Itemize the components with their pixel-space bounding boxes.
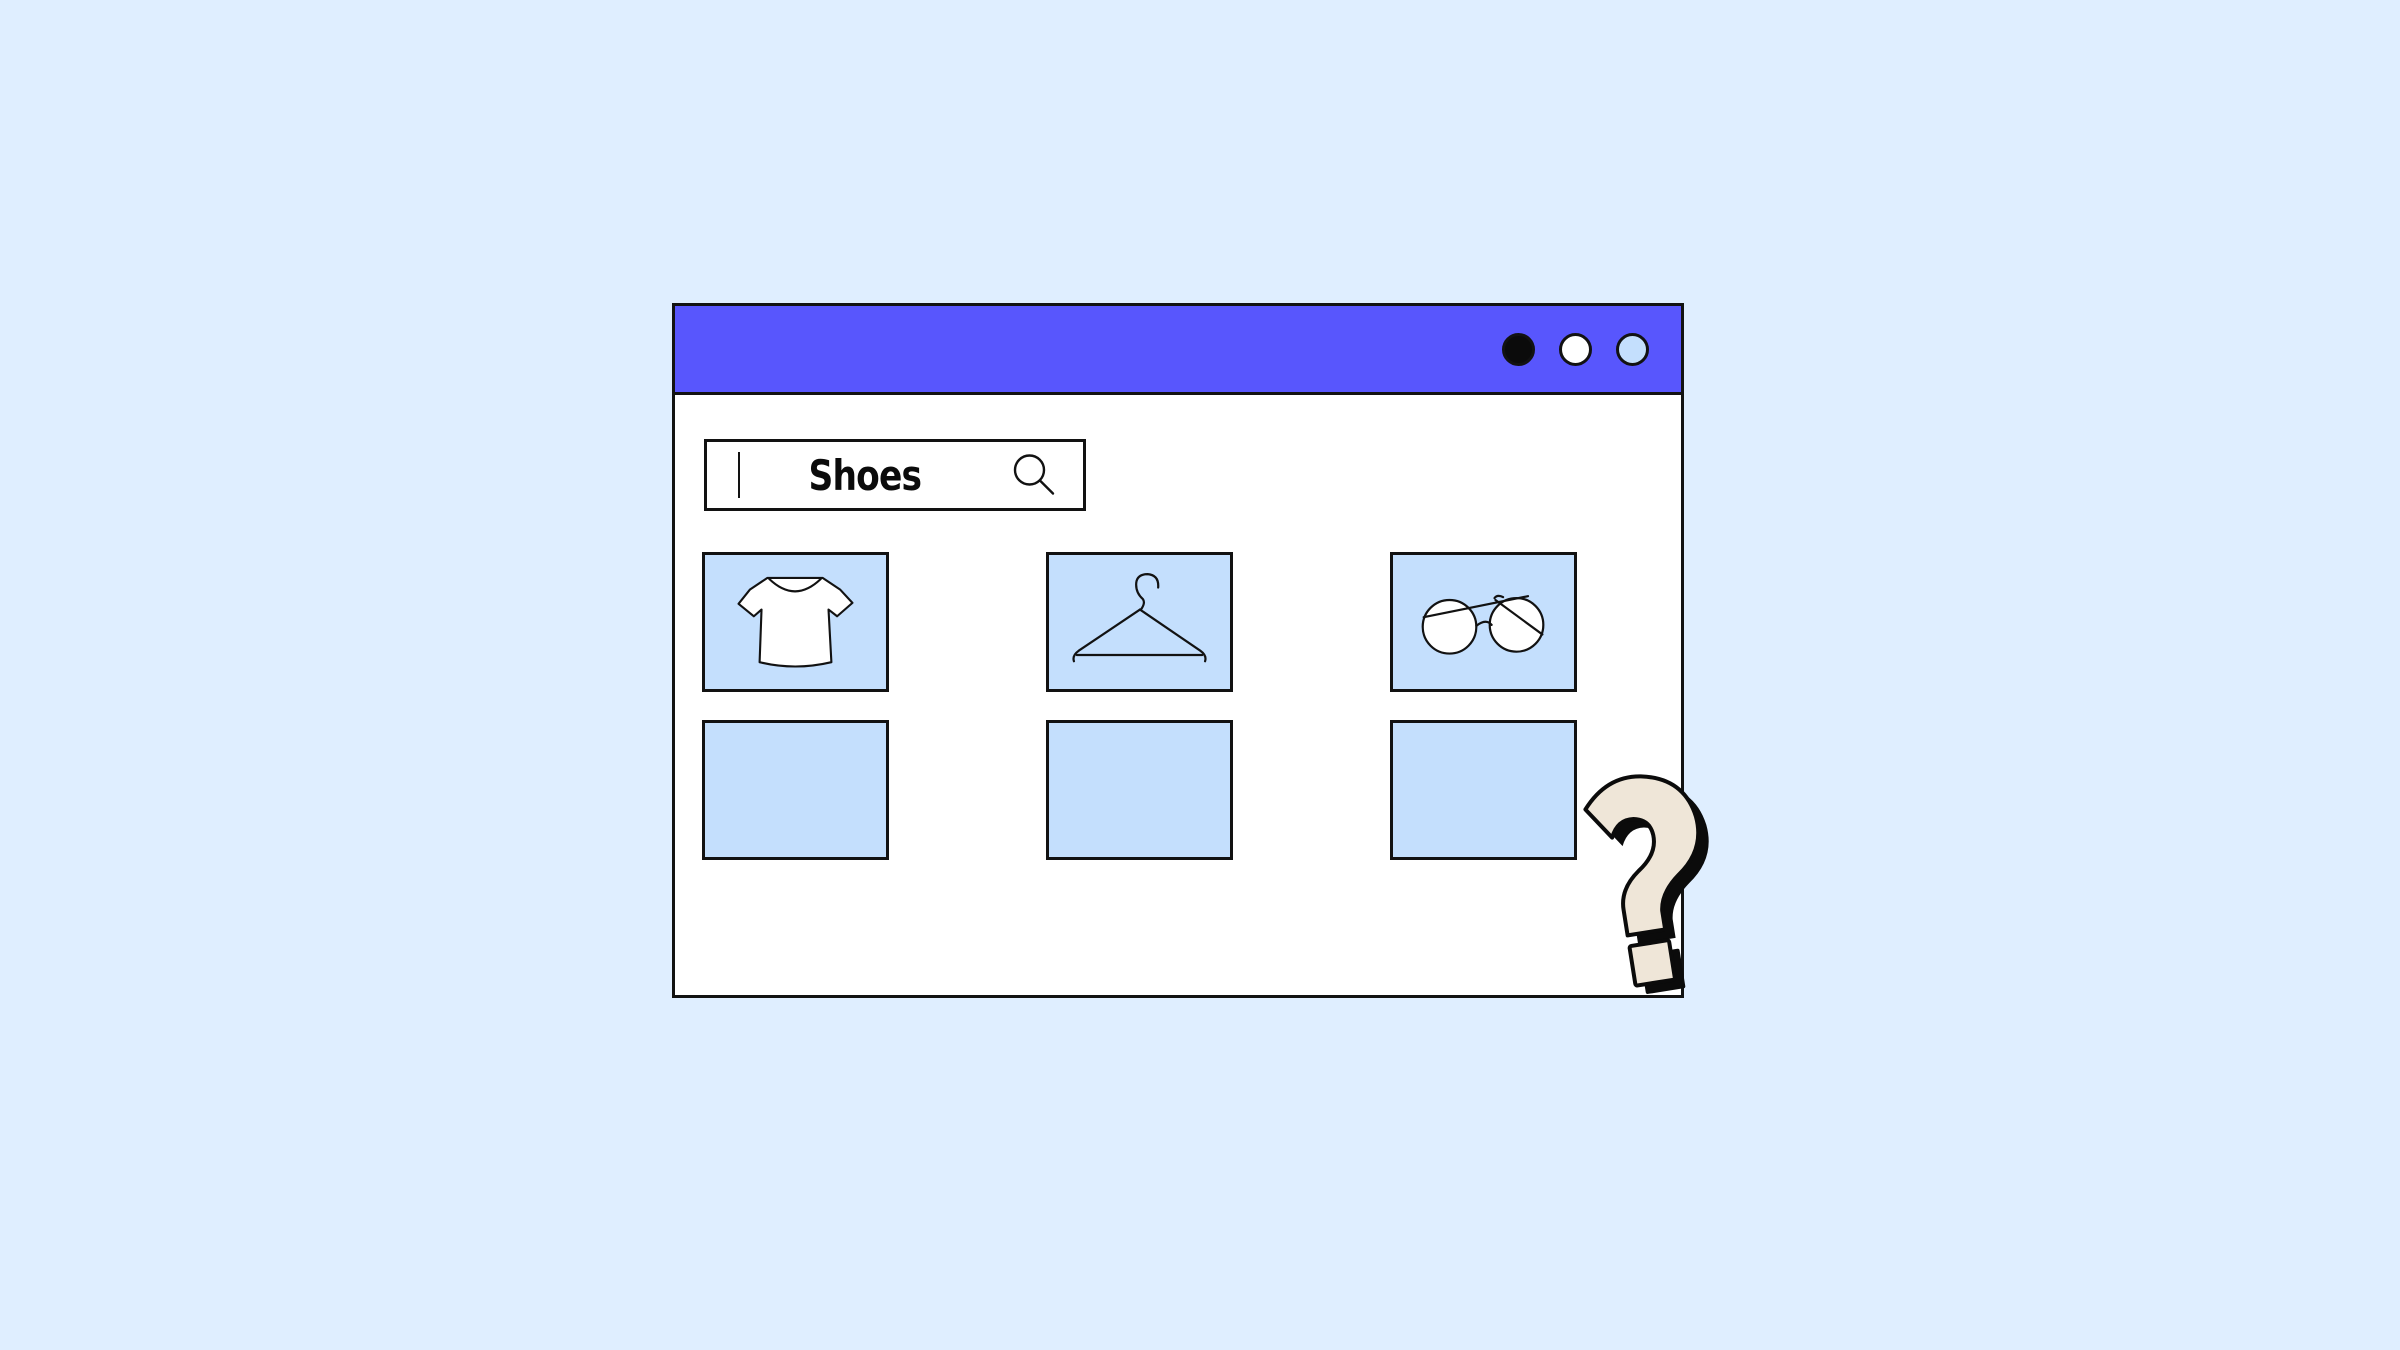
product-grid (702, 552, 1652, 860)
product-tile-empty[interactable] (1390, 720, 1577, 860)
close-icon[interactable] (1502, 332, 1535, 366)
product-tile-glasses[interactable] (1390, 552, 1577, 692)
search-input[interactable]: Shoes (704, 439, 1086, 511)
magnifier-icon[interactable] (1011, 452, 1057, 498)
product-tile-hanger[interactable] (1046, 552, 1233, 692)
window-titlebar (672, 303, 1684, 395)
browser-window: Shoes (672, 303, 1684, 998)
search-input-value: Shoes (808, 450, 922, 500)
product-tile-empty[interactable] (1046, 720, 1233, 860)
illustration-canvas: Shoes (0, 0, 2400, 1350)
minimize-icon[interactable] (1559, 332, 1592, 366)
product-tile-empty[interactable] (702, 720, 889, 860)
product-tile-tshirt[interactable] (702, 552, 889, 692)
text-caret (738, 452, 740, 498)
maximize-icon[interactable] (1616, 332, 1649, 366)
